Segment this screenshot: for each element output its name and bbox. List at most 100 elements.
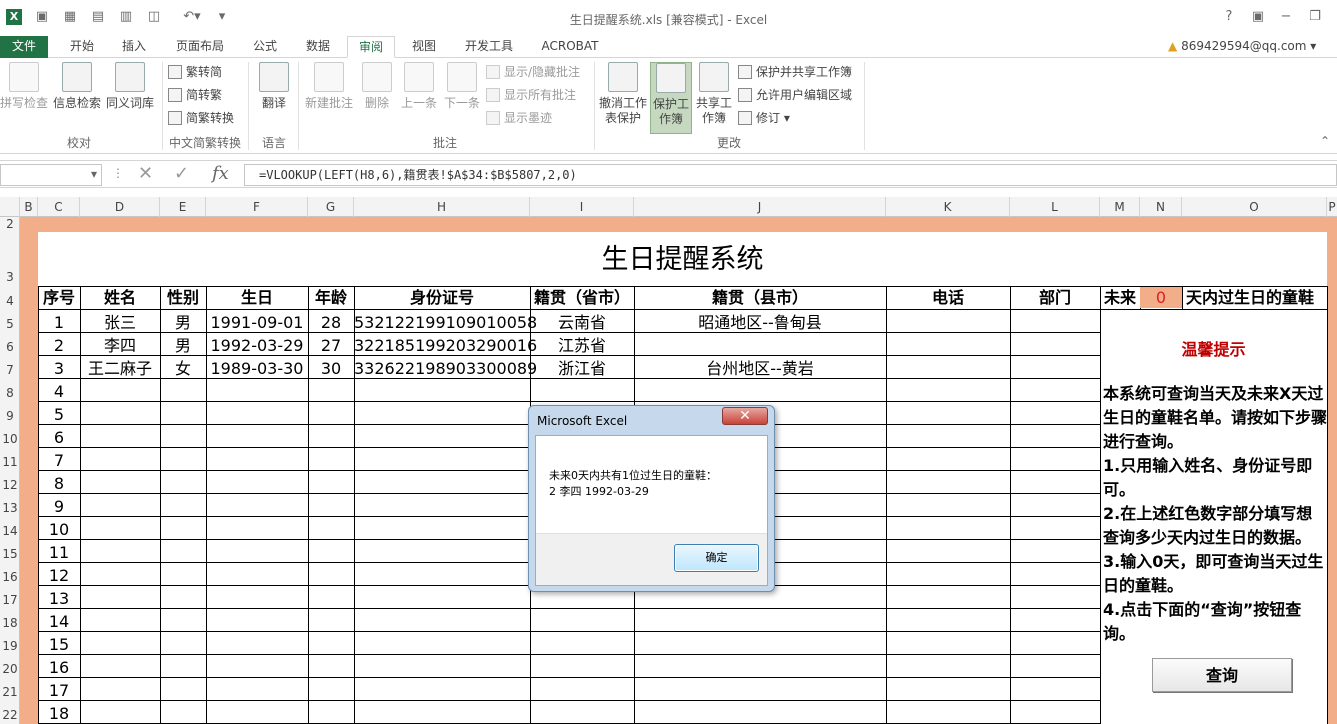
cell-no[interactable]: 17 [38,679,80,702]
column-header[interactable]: C [38,197,80,217]
restore-icon[interactable]: ❐ [1307,9,1323,25]
next-comment-button[interactable]: 下一条 [441,62,483,111]
thesaurus-button[interactable]: 同义词库 [104,62,156,111]
row-header[interactable]: 18 [0,616,20,630]
column-header[interactable]: O [1182,197,1327,217]
show-ink-button[interactable]: 显示墨迹 [486,110,552,126]
column-header[interactable]: J [634,197,886,217]
chevron-down-icon[interactable]: ▾ [91,167,97,181]
tab-insert[interactable]: 插入 [110,36,158,58]
cell-gender[interactable]: 男 [160,311,206,334]
row-header[interactable]: 20 [0,662,20,676]
cell-no[interactable]: 3 [38,357,80,380]
cell-birthday[interactable]: 1992-03-29 [206,334,308,357]
select-all-corner[interactable] [0,197,20,217]
tab-developer[interactable]: 开发工具 [456,36,522,58]
cell-id[interactable]: 332622198903300089 [354,357,537,380]
previous-comment-button[interactable]: 上一条 [398,62,440,111]
delete-comment-button[interactable]: 删除 [358,62,396,111]
cell-name[interactable]: 王二麻子 [80,357,160,380]
cell-no[interactable]: 12 [38,564,80,587]
row-header[interactable]: 12 [0,478,20,492]
column-header[interactable]: D [80,197,160,217]
name-box[interactable]: ▾ [0,164,102,186]
column-header[interactable]: N [1140,197,1182,217]
cell-county[interactable]: 台州地区--黄岩 [634,357,886,380]
show-hide-comment-button[interactable]: 显示/隐藏批注 [486,64,580,80]
cell-province[interactable]: 浙江省 [530,357,634,380]
query-button[interactable]: 查询 [1152,658,1292,692]
row-header[interactable]: 9 [0,409,20,423]
cell-no[interactable]: 14 [38,610,80,633]
protect-workbook-button[interactable]: 保护工作簿 [650,62,692,134]
cell-province[interactable]: 云南省 [530,311,634,334]
account-area[interactable]: ▲ 869429594@qq.com ▾ [1168,39,1316,53]
row-header[interactable]: 5 [0,317,20,331]
spell-check-button[interactable]: 拼写检查 [0,62,48,111]
row-header[interactable]: 22 [0,708,20,722]
help-icon[interactable]: ? [1221,9,1237,25]
column-header[interactable]: G [308,197,354,217]
cell-age[interactable]: 27 [308,334,354,357]
allow-edit-ranges-button[interactable]: 允许用户编辑区域 [738,87,852,103]
minimize-icon[interactable]: − [1278,9,1294,25]
show-all-comments-button[interactable]: 显示所有批注 [486,87,576,103]
cell-name[interactable]: 李四 [80,334,160,357]
tab-formulas[interactable]: 公式 [241,36,289,58]
cell-no[interactable]: 10 [38,518,80,541]
row-header[interactable]: 6 [0,340,20,354]
cell-no[interactable]: 13 [38,587,80,610]
row-header[interactable]: 7 [0,363,20,377]
cell-county[interactable] [634,334,886,357]
column-header[interactable]: F [206,197,308,217]
cancel-icon[interactable]: ✕ [138,163,153,184]
tab-review[interactable]: 审阅 [347,36,395,58]
cell-no[interactable]: 16 [38,656,80,679]
column-header[interactable]: I [530,197,634,217]
cell-no[interactable]: 7 [38,449,80,472]
ribbon-display-icon[interactable]: ▣ [1250,9,1266,25]
cell-no[interactable]: 4 [38,380,80,403]
traditional-to-simplified-button[interactable]: 繁转简 [168,64,222,80]
row-header[interactable]: 3 [0,270,20,284]
row-header[interactable]: 10 [0,432,20,446]
row-header[interactable]: 13 [0,501,20,515]
cell-gender[interactable]: 男 [160,334,206,357]
unprotect-sheet-button[interactable]: 撤消工作表保护 [598,62,648,126]
cell-age[interactable]: 30 [308,357,354,380]
formula-input[interactable]: =VLOOKUP(LEFT(H8,6),籍贯表!$A$34:$B$5807,2,… [244,164,1337,186]
cell-birthday[interactable]: 1991-09-01 [206,311,308,334]
collapse-ribbon-icon[interactable]: ⌃ [1320,134,1330,148]
row-header[interactable]: 8 [0,386,20,400]
row-header[interactable]: 15 [0,547,20,561]
row-header[interactable]: 14 [0,524,20,538]
future-days-input[interactable]: 0 [1140,287,1182,308]
tab-acrobat[interactable]: ACROBAT [534,36,606,58]
cell-no[interactable]: 9 [38,495,80,518]
row-header[interactable]: 17 [0,593,20,607]
close-icon[interactable]: ✕ [722,407,768,425]
cell-id[interactable]: 532122199109010058 [354,311,537,334]
cell-province[interactable]: 江苏省 [530,334,634,357]
row-header[interactable]: 19 [0,639,20,653]
column-header[interactable]: H [354,197,530,217]
row-header[interactable]: 2 [0,217,20,231]
cell-no[interactable]: 15 [38,633,80,656]
cell-birthday[interactable]: 1989-03-30 [206,357,308,380]
new-comment-button[interactable]: 新建批注 [302,62,356,111]
tab-file[interactable]: 文件 [0,36,48,58]
column-header[interactable]: L [1010,197,1100,217]
tab-home[interactable]: 开始 [58,36,106,58]
cell-no[interactable]: 1 [38,311,80,334]
cell-no[interactable]: 5 [38,403,80,426]
cell-id[interactable]: 322185199203290016 [354,334,537,357]
row-header[interactable]: 16 [0,570,20,584]
tab-view[interactable]: 视图 [400,36,448,58]
research-button[interactable]: 信息检索 [52,62,102,111]
insert-function-icon[interactable]: fx [212,163,229,184]
cell-gender[interactable]: 女 [160,357,206,380]
share-workbook-button[interactable]: 共享工作簿 [694,62,734,126]
chinese-convert-button[interactable]: 简繁转换 [168,110,234,126]
simplified-to-traditional-button[interactable]: 简转繁 [168,87,222,103]
column-header[interactable]: P [1327,197,1337,217]
